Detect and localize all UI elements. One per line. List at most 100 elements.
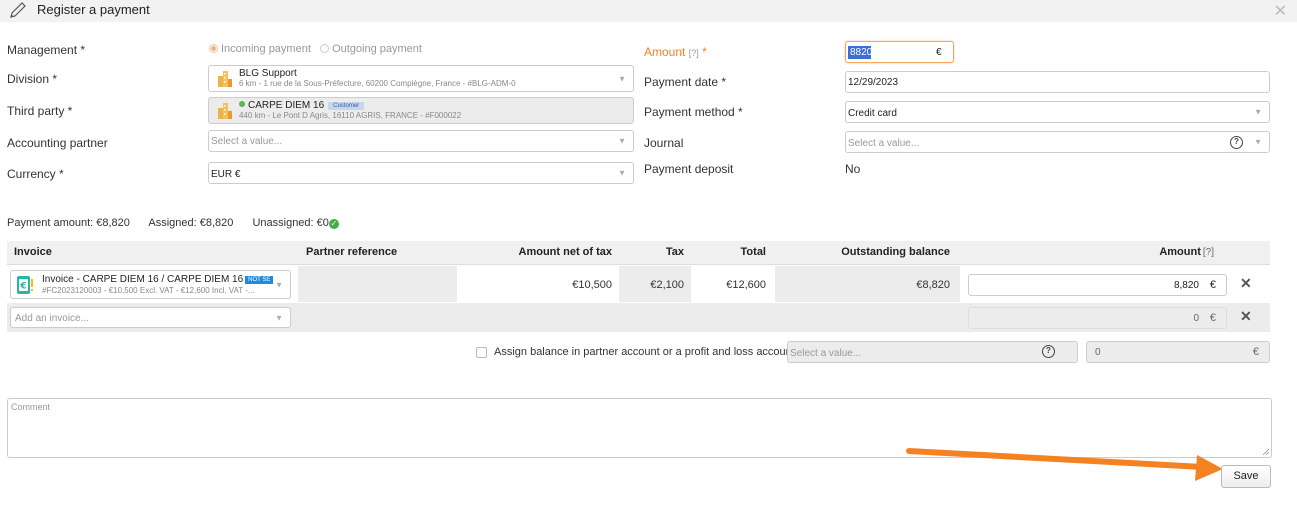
comment-placeholder: Comment [11,402,51,412]
customer-badge: Customer [328,102,365,110]
add-invoice-placeholder: Add an invoice... [15,313,89,324]
tax-value: €2,100 [650,279,684,291]
chevron-down-icon: ▼ [618,74,626,83]
amount-label: Amount [?] * [644,45,707,59]
invoice-table-header: Invoice Partner reference Amount net of … [7,241,1270,265]
journal-select[interactable]: Select a value... ? ▼ [845,131,1270,153]
amount-help-link[interactable]: [?] [689,48,699,58]
payment-date-label: Payment date * [644,75,727,89]
outstanding-value: €8,820 [916,279,950,291]
add-invoice-select[interactable]: Add an invoice... ▼ [10,307,291,328]
currency-value: EUR € [211,169,241,180]
status-dot-icon [239,101,245,107]
check-circle-icon: ✓ [328,219,339,229]
third-party-label: Third party * [7,104,73,118]
table-row: € Invoice - CARPE DIEM 16 / CARPE DIEM 1… [7,266,1270,302]
payment-amount-text: Payment amount: €8,820 [7,217,130,229]
third-party-detail: 440 km - Le Pont D Agris, 16110 AGRIS, F… [239,111,462,120]
amount-unit: € [936,47,942,58]
balance-amount-unit: € [1252,346,1259,358]
close-icon[interactable]: ✕ [1274,1,1287,21]
chevron-down-icon: ▼ [1254,107,1262,117]
payment-summary: Payment amount: €8,820 Assigned: €8,820 … [7,217,355,229]
status-badge: NOT SE [245,276,274,284]
accounting-partner-select[interactable]: Select a value... ▼ [208,130,634,152]
svg-text:€: € [19,282,26,292]
building-icon [218,103,232,119]
payment-deposit-label: Payment deposit [644,162,734,176]
help-circle-icon[interactable]: ? [1230,136,1243,149]
third-party-select[interactable]: CARPE DIEM 16 Customer 440 km - Le Pont D… [208,97,634,124]
help-circle-icon[interactable]: ? [1042,345,1055,358]
division-select[interactable]: BLG Support 6 km - 1 rue de la Sous-Préf… [208,65,634,92]
col-outstanding: Outstanding balance [841,246,950,258]
payment-date-input[interactable]: 12/29/2023 [845,71,1270,93]
management-radios: Incoming payment Outgoing payment [209,43,422,55]
dialog-header [0,0,1297,22]
col-partner-reference: Partner reference [306,246,398,258]
incoming-payment-radio[interactable]: Incoming payment [209,43,311,55]
balance-amount-value: 0 [1095,347,1101,358]
currency-label: Currency * [7,167,64,181]
payment-method-value: Credit card [848,108,897,119]
balance-account-placeholder: Select a value... [790,348,862,359]
col-amount-net: Amount net of tax [518,246,613,258]
radio-checked-icon [209,44,218,53]
division-detail: 6 km - 1 rue de la Sous-Préfecture, 6020… [239,79,516,88]
chevron-down-icon: ▼ [618,168,626,178]
invoice-detail: #FC2023120003 - €10,500 Excl. VAT - €12,… [42,286,255,295]
journal-label: Journal [644,136,684,150]
amount-value: 8820 [848,46,873,59]
building-icon [218,71,232,87]
col-tax: Tax [665,246,684,258]
invoice-icon: € [17,276,33,294]
amount-net-value: €10,500 [572,279,612,291]
payment-deposit-value: No [845,162,861,176]
chevron-down-icon: ▼ [275,280,283,289]
accounting-partner-placeholder: Select a value... [211,136,283,147]
total-value: €12,600 [726,279,766,291]
assign-balance-checkbox[interactable] [476,347,487,358]
annotation-arrow-icon [906,448,1223,481]
add-invoice-row: Add an invoice... ▼ 0 € ✕ [7,303,1270,332]
col-amount: Amount [?] [1159,246,1214,258]
amount-input[interactable]: 8820 € [845,41,954,63]
currency-select[interactable]: EUR € ▼ [208,162,634,184]
invoice-amount-unit: € [1209,279,1216,291]
payment-date-value: 12/29/2023 [848,77,899,88]
col-total: Total [740,246,766,258]
add-invoice-amount-input[interactable]: 0 € [968,307,1227,329]
balance-account-select[interactable]: Select a value... ? [787,341,1078,363]
resize-handle-icon[interactable] [1263,449,1269,455]
payment-method-label: Payment method * [644,105,743,119]
assign-balance-label: Assign balance in partner account or a p… [494,346,795,358]
invoice-amount-input[interactable]: 8,820 € [968,274,1227,296]
unassigned-text: Unassigned: €0 [252,217,329,229]
add-invoice-amount-unit: € [1209,312,1216,324]
remove-row-icon[interactable]: ✕ [1240,308,1252,325]
invoice-amount-value: 8,820 [1173,280,1199,291]
pencil-icon [10,2,26,18]
col-invoice: Invoice [14,246,52,258]
invoice-title-line: Invoice - CARPE DIEM 16 / CARPE DIEM 16 N… [42,274,274,285]
partner-reference-cell [298,266,457,302]
assigned-text: Assigned: €8,820 [148,217,234,229]
dialog-title: Register a payment [37,2,150,17]
amount-help-link[interactable]: [?] [1203,247,1214,258]
chevron-down-icon: ▼ [275,313,283,322]
chevron-down-icon: ▼ [1254,137,1262,147]
remove-row-icon[interactable]: ✕ [1240,275,1252,292]
journal-placeholder: Select a value... [848,138,920,149]
save-button[interactable]: Save [1221,465,1271,488]
payment-method-select[interactable]: Credit card ▼ [845,101,1270,123]
invoice-select[interactable]: € Invoice - CARPE DIEM 16 / CARPE DIEM 1… [10,270,291,299]
balance-amount-input[interactable]: 0 € [1086,341,1270,363]
chevron-down-icon: ▼ [618,136,626,146]
add-invoice-amount-value: 0 [1193,313,1199,324]
radio-unchecked-icon [320,44,330,53]
accounting-partner-label: Accounting partner [7,136,108,150]
division-label: Division * [7,72,58,86]
management-label: Management * [7,43,86,57]
third-party-name-line: CARPE DIEM 16 Customer [239,100,365,111]
outgoing-payment-radio[interactable]: Outgoing payment [320,43,422,55]
